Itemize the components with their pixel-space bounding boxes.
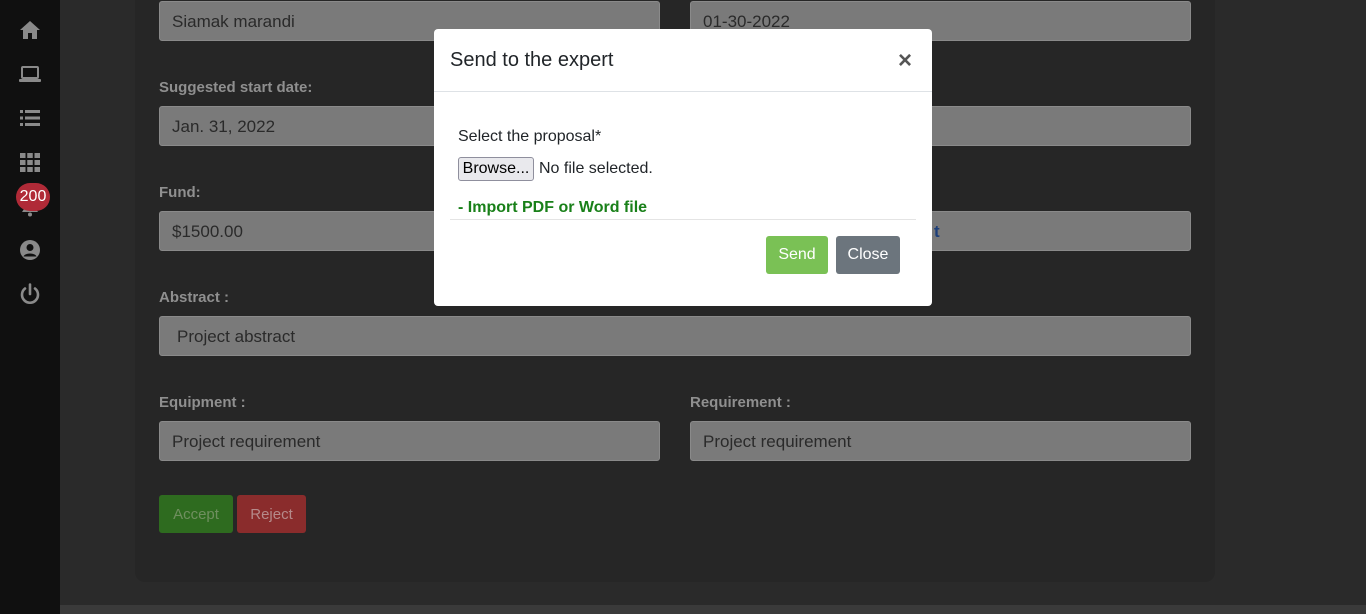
send-button[interactable]: Send: [766, 236, 828, 274]
abstract-field[interactable]: Project abstract: [159, 316, 1191, 356]
close-icon[interactable]: ×: [898, 47, 912, 75]
equipment-field[interactable]: Project requirement: [159, 421, 660, 461]
home-icon[interactable]: [18, 18, 42, 42]
equipment-label: Equipment :: [159, 394, 246, 411]
proposal-label: Select the proposal*: [458, 128, 602, 145]
grid-icon[interactable]: [18, 150, 42, 174]
footer-strip: [60, 605, 1366, 614]
send-to-expert-modal: Send to the expert × Select the proposal…: [434, 29, 932, 306]
requirement-label: Requirement :: [690, 394, 791, 411]
user-circle-icon[interactable]: [18, 238, 42, 262]
list-icon[interactable]: [18, 106, 42, 130]
fund-label: Fund:: [159, 184, 201, 201]
file-link[interactable]: t: [934, 212, 940, 252]
laptop-icon[interactable]: [18, 62, 42, 86]
reject-button[interactable]: Reject: [237, 495, 306, 533]
modal-divider: [450, 219, 916, 220]
notification-badge: 200: [16, 183, 50, 211]
browse-button[interactable]: Browse...: [458, 157, 534, 181]
start-date-label: Suggested start date:: [159, 79, 313, 96]
file-status: No file selected.: [539, 160, 653, 177]
requirement-field[interactable]: Project requirement: [690, 421, 1191, 461]
abstract-label: Abstract :: [159, 289, 230, 306]
modal-title: Send to the expert: [450, 49, 614, 71]
modal-header: Send to the expert ×: [434, 29, 932, 92]
power-icon[interactable]: [18, 282, 42, 306]
sidebar: 200: [0, 0, 60, 614]
fund-value: $1500.00: [172, 222, 243, 241]
accept-button[interactable]: Accept: [159, 495, 233, 533]
close-button[interactable]: Close: [836, 236, 900, 274]
import-hint: - Import PDF or Word file: [458, 199, 648, 216]
